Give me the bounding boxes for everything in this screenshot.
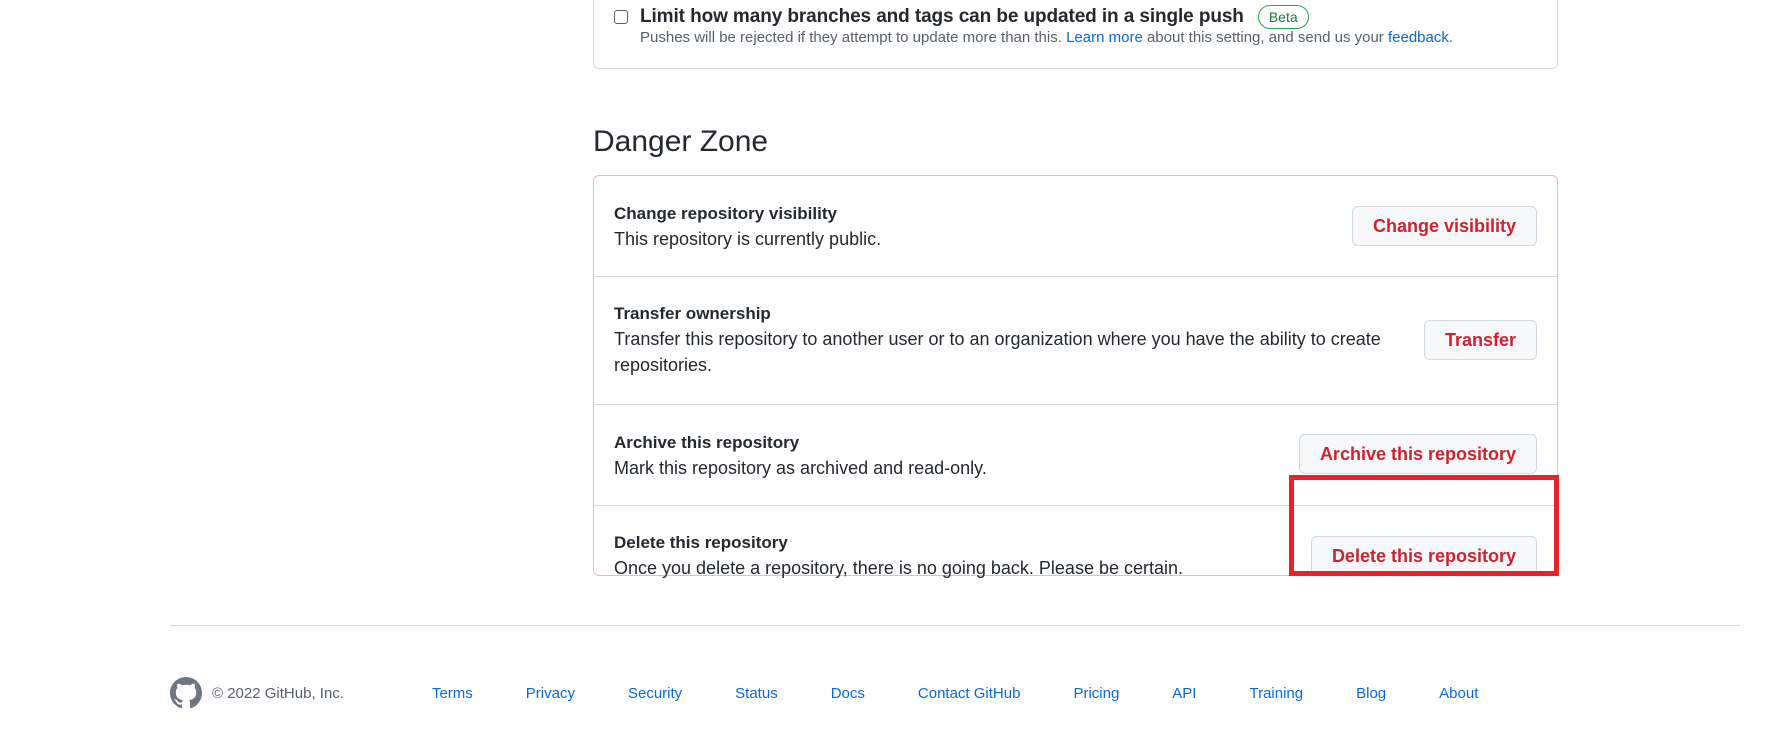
footer-link-pricing[interactable]: Pricing <box>1073 685 1119 702</box>
footer: © 2022 GitHub, Inc. Terms Privacy Securi… <box>170 677 1531 709</box>
danger-row-visibility: Change repository visibility This reposi… <box>594 176 1557 277</box>
archive-repository-button[interactable]: Archive this repository <box>1298 434 1537 474</box>
danger-row-title: Archive this repository <box>614 433 800 452</box>
beta-badge: Beta <box>1257 5 1309 29</box>
push-note-prefix: Pushes will be rejected if they attempt … <box>640 29 1062 46</box>
danger-row-title: Transfer ownership <box>614 304 771 323</box>
danger-row-description: Mark this repository as archived and rea… <box>614 458 987 478</box>
danger-row-title: Delete this repository <box>614 533 788 552</box>
change-visibility-button[interactable]: Change visibility <box>1351 206 1537 246</box>
footer-links: Terms Privacy Security Status Docs Conta… <box>432 685 1531 702</box>
danger-row-text: Archive this repository Mark this reposi… <box>614 431 1394 481</box>
danger-row-description: This repository is currently public. <box>614 229 882 249</box>
footer-divider <box>170 625 1740 626</box>
footer-link-blog[interactable]: Blog <box>1356 685 1386 702</box>
transfer-button[interactable]: Transfer <box>1423 320 1537 360</box>
footer-link-privacy[interactable]: Privacy <box>526 685 575 702</box>
footer-link-api[interactable]: API <box>1172 685 1196 702</box>
danger-row-text: Transfer ownership Transfer this reposit… <box>614 302 1394 378</box>
danger-row-description: Transfer this repository to another user… <box>614 329 1381 375</box>
danger-row-transfer: Transfer ownership Transfer this reposit… <box>594 277 1557 405</box>
push-limit-row: Limit how many branches and tags can be … <box>614 5 1309 29</box>
footer-link-training[interactable]: Training <box>1249 685 1303 702</box>
danger-row-title: Change repository visibility <box>614 204 837 223</box>
footer-link-contact[interactable]: Contact GitHub <box>918 685 1021 702</box>
footer-copyright: © 2022 GitHub, Inc. <box>212 684 344 702</box>
footer-link-docs[interactable]: Docs <box>831 685 865 702</box>
footer-link-about[interactable]: About <box>1439 685 1478 702</box>
push-note-suffix: . <box>1448 29 1454 46</box>
push-limit-title: Limit how many branches and tags can be … <box>640 6 1244 27</box>
footer-link-security[interactable]: Security <box>628 685 682 702</box>
push-note-middle: about this setting, and send us your <box>1146 29 1384 46</box>
danger-zone-heading: Danger Zone <box>593 125 769 158</box>
push-limit-note: Pushes will be rejected if they attempt … <box>640 29 1453 46</box>
learn-more-link[interactable]: Learn more <box>1066 29 1143 46</box>
danger-row-text: Delete this repository Once you delete a… <box>614 531 1394 581</box>
push-limit-checkbox[interactable] <box>614 10 628 24</box>
feedback-link[interactable]: feedback <box>1388 29 1449 46</box>
push-limit-box: Limit how many branches and tags can be … <box>593 0 1558 69</box>
danger-row-description: Once you delete a repository, there is n… <box>614 558 1184 578</box>
danger-row-text: Change repository visibility This reposi… <box>614 202 1394 252</box>
delete-button-highlight <box>1289 475 1559 576</box>
footer-link-terms[interactable]: Terms <box>432 685 473 702</box>
github-mark-icon[interactable] <box>170 677 202 709</box>
footer-link-status[interactable]: Status <box>735 685 778 702</box>
